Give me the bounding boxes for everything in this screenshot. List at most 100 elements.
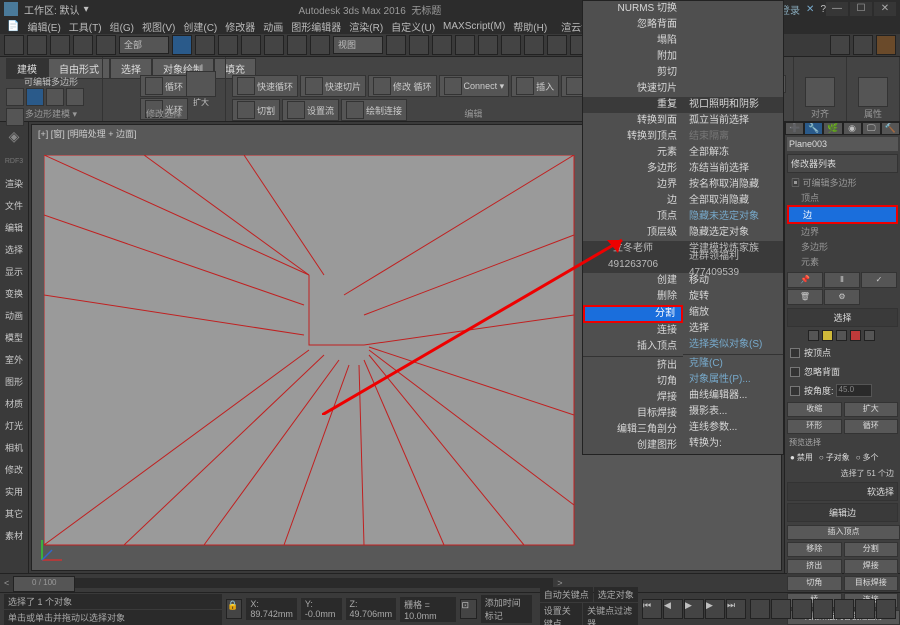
ctx-createshape[interactable]: 创建图形 xyxy=(583,438,683,454)
menu-group[interactable]: 组(G) xyxy=(107,19,137,34)
render-frame-button[interactable] xyxy=(853,35,873,55)
lb-other[interactable]: 其它 xyxy=(0,502,28,524)
play-next[interactable]: ▶ xyxy=(705,599,725,619)
stack-vertex[interactable]: 顶点 xyxy=(787,190,898,205)
lb-light[interactable]: 灯光 xyxy=(0,414,28,436)
subobj-vertex-icon[interactable] xyxy=(6,88,24,106)
coord-x[interactable]: X: 89.742mm xyxy=(246,598,297,620)
minimize-button[interactable]: — xyxy=(826,2,848,16)
menu-maxscript[interactable]: MAXScript(M) xyxy=(440,21,508,32)
ctx-wireparam[interactable]: 连线参数... xyxy=(683,420,783,436)
ctx-freezesel[interactable]: 冻结当前选择 xyxy=(683,161,783,177)
spinner-snap-button[interactable] xyxy=(478,35,498,55)
lb-display[interactable]: 显示 xyxy=(0,260,28,282)
ctx-border[interactable]: 边界 xyxy=(583,177,683,193)
lb-select[interactable]: 选择 xyxy=(0,238,28,260)
btn-shrink[interactable]: 收缩 xyxy=(787,402,842,417)
lb-xform[interactable]: 变换 xyxy=(0,282,28,304)
vp-orbit[interactable] xyxy=(855,599,875,619)
vp-zoom[interactable] xyxy=(750,599,770,619)
setkey-button[interactable]: 设置关键点 xyxy=(540,603,582,625)
angle-snap-button[interactable] xyxy=(432,35,452,55)
time-slider[interactable]: < 0 / 100 > xyxy=(0,573,900,592)
so-vertex[interactable] xyxy=(808,330,819,341)
rotate-button[interactable] xyxy=(287,35,307,55)
percent-snap-button[interactable] xyxy=(455,35,475,55)
menu-custom[interactable]: 自定义(U) xyxy=(388,19,438,34)
ctx-nurms[interactable]: NURMS 切换 xyxy=(583,1,683,17)
ctx-targetweld[interactable]: 目标焊接 xyxy=(583,406,683,422)
ctx-connect[interactable]: 连接 xyxy=(583,323,683,339)
autokey-button[interactable]: 自动关键点 xyxy=(540,587,593,602)
vp-fov[interactable] xyxy=(813,599,833,619)
ribbon-align-icon[interactable] xyxy=(805,77,835,107)
mirror-button[interactable] xyxy=(501,35,521,55)
btn-tweld[interactable]: 目标焊接 xyxy=(844,576,899,591)
lb-shape[interactable]: 图形 xyxy=(0,370,28,392)
subobj-edge-icon[interactable] xyxy=(26,88,44,106)
ctx-vertex[interactable]: 顶点 xyxy=(583,209,683,225)
coord-y[interactable]: Y: -0.0mm xyxy=(301,598,342,620)
play-start[interactable]: ⏮ xyxy=(642,599,662,619)
align-button[interactable] xyxy=(524,35,544,55)
lb-util[interactable]: 实用 xyxy=(0,480,28,502)
ref-coord[interactable]: 视图 xyxy=(333,36,383,54)
vp-zoomall[interactable] xyxy=(771,599,791,619)
coord-z[interactable]: Z: 49.706mm xyxy=(346,598,397,620)
ctx-scale[interactable]: 缩放 xyxy=(683,305,783,321)
layers-button[interactable] xyxy=(547,35,567,55)
add-time-tag[interactable]: 添加时间标记 xyxy=(481,595,532,623)
scale-button[interactable] xyxy=(310,35,330,55)
btn-ring[interactable]: 环形 xyxy=(787,419,842,434)
ctx-edge[interactable]: 边 xyxy=(583,193,683,209)
link-button[interactable] xyxy=(50,35,70,55)
lb-anim[interactable]: 动画 xyxy=(0,304,28,326)
modifier-list[interactable]: 修改器列表 xyxy=(787,154,898,173)
ctx-collapse[interactable]: 塌陷 xyxy=(583,33,683,49)
so-edge[interactable] xyxy=(822,330,833,341)
selection-filter[interactable]: 全部 xyxy=(119,36,169,54)
move-button[interactable] xyxy=(264,35,284,55)
isolate-toggle[interactable]: ⊡ xyxy=(460,599,476,619)
lb-outdoor[interactable]: 室外 xyxy=(0,348,28,370)
ribbon-quickslice[interactable]: 快速切片 xyxy=(300,75,366,97)
stack-polygon[interactable]: 多边形 xyxy=(787,239,898,254)
btn-extrude[interactable]: 挤出 xyxy=(787,559,842,574)
rollout-softsel[interactable]: 软选择 xyxy=(787,482,898,501)
lock-selection[interactable]: 🔒 xyxy=(226,599,242,619)
vp-zoomext[interactable] xyxy=(792,599,812,619)
ctx-attach[interactable]: 附加 xyxy=(583,49,683,65)
ribbon-props-icon[interactable] xyxy=(858,77,888,107)
lb-file[interactable]: 文件 xyxy=(0,194,28,216)
stack-remove[interactable]: 🗑 xyxy=(787,289,823,305)
cp-display-tab[interactable]: 🖵 xyxy=(862,122,881,135)
ribbon-insert[interactable]: 插入 xyxy=(511,75,559,97)
ribbon-connect[interactable]: Connect ▾ xyxy=(439,75,510,97)
ctx-dopesheet[interactable]: 摄影表... xyxy=(683,404,783,420)
ctx-unhideall[interactable]: 全部取消隐藏 xyxy=(683,193,783,209)
ribbon-grow-icon[interactable] xyxy=(186,71,216,97)
menu-tools[interactable]: 工具(T) xyxy=(66,19,105,34)
close-button[interactable]: ✕ xyxy=(874,2,896,16)
rollout-editedge[interactable]: 编辑边 xyxy=(787,503,898,522)
ctx-quickslice[interactable]: 快速切片 xyxy=(583,81,683,97)
cp-motion-tab[interactable]: ◉ xyxy=(843,122,862,135)
play-prev[interactable]: ◀ xyxy=(663,599,683,619)
presel-off[interactable]: 禁用 xyxy=(797,452,813,463)
object-name-field[interactable]: Plane003 xyxy=(787,137,898,151)
menu-edit[interactable]: 编辑(E) xyxy=(24,19,63,34)
ctx-toface[interactable]: 转换到面 xyxy=(583,113,683,129)
so-border[interactable] xyxy=(836,330,847,341)
ctx-rotate[interactable]: 旋转 xyxy=(683,289,783,305)
ctx-insertv[interactable]: 插入顶点 xyxy=(583,339,683,355)
subobj-poly-icon[interactable] xyxy=(66,88,84,106)
select-region-button[interactable] xyxy=(218,35,238,55)
play-end[interactable]: ⏭ xyxy=(726,599,746,619)
lb-modify[interactable]: 修改 xyxy=(0,458,28,480)
presel-subobj[interactable]: 子对象 xyxy=(826,452,850,463)
undo-button[interactable] xyxy=(4,35,24,55)
ctx-objprops[interactable]: 对象属性(P)... xyxy=(683,372,783,388)
ctx-create[interactable]: 创建 xyxy=(583,273,683,289)
unlink-button[interactable] xyxy=(73,35,93,55)
snap-button[interactable] xyxy=(409,35,429,55)
